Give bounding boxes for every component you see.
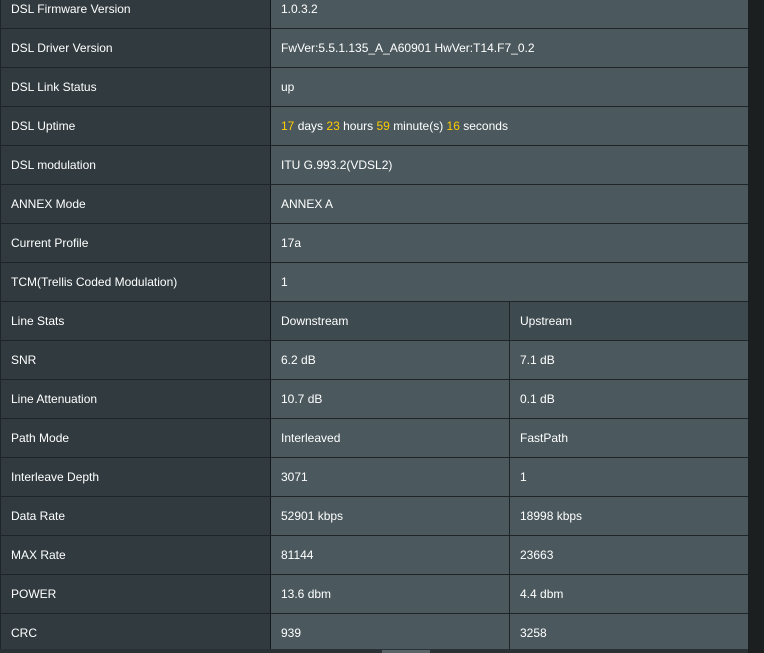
table-row-line-attenuation: Line Attenuation 10.7 dB 0.1 dB	[0, 379, 750, 419]
row-label: POWER	[0, 574, 271, 614]
uptime-seconds: 16	[446, 119, 460, 133]
table-row-max-rate: MAX Rate 81144 23663	[0, 535, 750, 575]
row-label: DSL Firmware Version	[0, 0, 271, 29]
table-row-modulation: DSL modulation ITU G.993.2(VDSL2)	[0, 145, 750, 185]
row-label: DSL modulation	[0, 145, 271, 185]
modulation-value: ITU G.993.2(VDSL2)	[269, 145, 750, 185]
row-label: Interleave Depth	[0, 457, 271, 497]
driver-version-value: FwVer:5.5.1.135_A_A60901 HwVer:T14.F7_0.…	[269, 28, 750, 68]
right-gutter	[748, 0, 764, 653]
table-row-interleave-depth: Interleave Depth 3071 1	[0, 457, 750, 497]
uptime-seconds-unit: seconds	[463, 119, 508, 133]
table-row-data-rate: Data Rate 52901 kbps 18998 kbps	[0, 496, 750, 536]
horizontal-scrollbar-track[interactable]	[0, 649, 748, 653]
downstream-value: 52901 kbps	[270, 496, 510, 536]
line-stats-header-label: Line Stats	[0, 301, 271, 341]
downstream-column-header: Downstream	[270, 301, 510, 341]
upstream-value: 23663	[508, 535, 750, 575]
downstream-value: 3071	[270, 457, 510, 497]
row-label: DSL Link Status	[0, 67, 271, 107]
row-label: TCM(Trellis Coded Modulation)	[0, 262, 271, 302]
row-label: SNR	[0, 340, 271, 380]
downstream-value: 13.6 dbm	[270, 574, 510, 614]
downstream-value: 10.7 dB	[270, 379, 510, 419]
line-stats-header-row: Line Stats Downstream Upstream	[0, 301, 750, 341]
upstream-value: 1	[508, 457, 750, 497]
table-row-tcm: TCM(Trellis Coded Modulation) 1	[0, 262, 750, 302]
table-row-crc: CRC 939 3258	[0, 613, 750, 653]
uptime-value: 17 days 23 hours 59 minute(s) 16 seconds	[269, 106, 750, 146]
uptime-hours: 23	[326, 119, 340, 133]
uptime-minutes: 59	[376, 119, 390, 133]
upstream-value: 0.1 dB	[508, 379, 750, 419]
upstream-value: 7.1 dB	[508, 340, 750, 380]
firmware-version-value: 1.0.3.2	[269, 0, 750, 29]
upstream-value: 3258	[508, 613, 750, 653]
downstream-value: 81144	[270, 535, 510, 575]
upstream-value: 18998 kbps	[508, 496, 750, 536]
downstream-value: 6.2 dB	[270, 340, 510, 380]
downstream-value: 939	[270, 613, 510, 653]
row-label: MAX Rate	[0, 535, 271, 575]
table-row-power: POWER 13.6 dbm 4.4 dbm	[0, 574, 750, 614]
table-row-annex-mode: ANNEX Mode ANNEX A	[0, 184, 750, 224]
uptime-hours-unit: hours	[343, 119, 374, 133]
row-label: DSL Driver Version	[0, 28, 271, 68]
downstream-value: Interleaved	[270, 418, 510, 458]
row-label: ANNEX Mode	[0, 184, 271, 224]
table-row-link-status: DSL Link Status up	[0, 67, 750, 107]
link-status-value: up	[269, 67, 750, 107]
row-label: Path Mode	[0, 418, 271, 458]
upstream-value: FastPath	[508, 418, 750, 458]
row-label: Line Attenuation	[0, 379, 271, 419]
table-row-firmware-version: DSL Firmware Version 1.0.3.2	[0, 0, 750, 29]
table-row-current-profile: Current Profile 17a	[0, 223, 750, 263]
table-row-snr: SNR 6.2 dB 7.1 dB	[0, 340, 750, 380]
table-row-uptime: DSL Uptime 17 days 23 hours 59 minute(s)…	[0, 106, 750, 146]
dsl-info-table: DSL Firmware Version 1.0.3.2 DSL Driver …	[0, 0, 750, 653]
upstream-value: 4.4 dbm	[508, 574, 750, 614]
dsl-status-panel: DSL Firmware Version 1.0.3.2 DSL Driver …	[0, 0, 764, 653]
current-profile-value: 17a	[269, 223, 750, 263]
row-label: CRC	[0, 613, 271, 653]
annex-mode-value: ANNEX A	[269, 184, 750, 224]
table-row-path-mode: Path Mode Interleaved FastPath	[0, 418, 750, 458]
uptime-days: 17	[281, 119, 295, 133]
uptime-minutes-unit: minute(s)	[393, 119, 444, 133]
row-label: Current Profile	[0, 223, 271, 263]
uptime-days-unit: days	[297, 119, 324, 133]
tcm-value: 1	[269, 262, 750, 302]
table-row-driver-version: DSL Driver Version FwVer:5.5.1.135_A_A60…	[0, 28, 750, 68]
upstream-column-header: Upstream	[508, 301, 750, 341]
row-label: Data Rate	[0, 496, 271, 536]
row-label: DSL Uptime	[0, 106, 271, 146]
